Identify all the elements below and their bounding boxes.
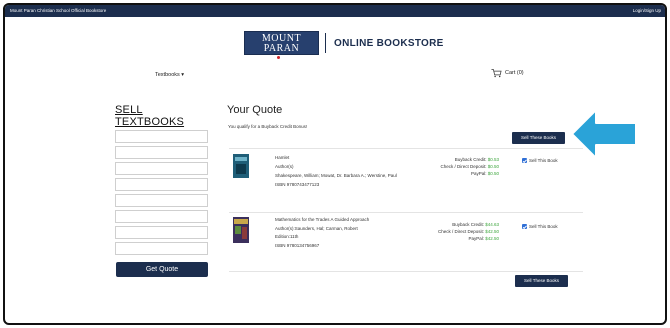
book-authors: Shakespeare, William; Mowat, Dr. Barbara… [275,173,397,178]
sell-this-book-checkbox-1[interactable]: Sell This Book [522,158,558,163]
row-divider [229,212,583,213]
store-name: ONLINE BOOKSTORE [334,37,444,49]
book-prices-hamlet: Buyback Credit: $0.53 Check / Direct Dep… [419,157,499,178]
school-logo-emblem: MOUNT PARAN CHRISTIAN SCHOOL [244,31,319,61]
paypal-label: PayPal: [470,171,487,176]
isbn-input-1[interactable] [115,130,208,143]
isbn-input-5[interactable] [115,194,208,207]
logo-mark-icon [277,56,280,59]
checkbox-checked-icon[interactable] [522,158,527,163]
book-cover-mathematics [233,217,249,243]
check-amount: $0.50 [487,164,499,169]
sell-these-books-button-bottom[interactable]: Sell These Books [515,275,568,287]
row-divider [229,271,583,272]
book-edition: Edition:11th [275,234,299,239]
logo-divider [325,33,326,53]
cart-icon [491,68,502,78]
sell-textbooks-title: SELL TEXTBOOKS [115,104,185,128]
check-label: Check / Direct Deposit: [437,229,484,234]
cart-link[interactable]: Cart (0) [491,68,524,78]
textbooks-dropdown[interactable]: Textbooks ▾ [155,72,184,78]
callout-arrow-icon [571,109,637,159]
isbn-input-3[interactable] [115,162,208,175]
isbn-input-7[interactable] [115,226,208,239]
checkbox-checked-icon[interactable] [522,224,527,229]
book-isbn: ISBN 9780743477123 [275,182,320,188]
buyback-amount: $44.63 [485,222,499,227]
buyback-label: Buyback Credit: [452,222,484,227]
logo-line-2: CHRISTIAN SCHOOL [247,54,316,61]
site-name-link[interactable]: Mount Paran Christian School Official Bo… [10,5,106,17]
check-label: Check / Direct Deposit: [440,164,487,169]
buyback-bonus-text: You qualify for a Buyback Credit Bonus! [228,124,308,129]
buyback-amount: $0.53 [487,157,499,162]
top-bar: Mount Paran Christian School Official Bo… [5,5,665,17]
login-signup-link[interactable]: Login/Sign Up [633,5,661,17]
book-title: Mathematics for the Trades A Guided Appr… [275,217,370,222]
book-cover-hamlet [233,154,249,178]
browser-frame: Mount Paran Christian School Official Bo… [3,3,667,325]
book-author-label: Author(s) [275,163,294,169]
book-info-mathematics: Mathematics for the Trades A Guided Appr… [275,217,370,252]
get-quote-button[interactable]: Get Quote [116,262,208,277]
sell-these-books-button-top[interactable]: Sell These Books [512,132,565,144]
sell-this-book-label: Sell This Book [529,224,558,229]
isbn-input-4[interactable] [115,178,208,191]
paypal-amount: $42.50 [485,236,499,241]
paypal-amount: $0.50 [487,171,499,176]
book-title: Hamlet [275,155,290,160]
isbn-input-6[interactable] [115,210,208,223]
check-amount: $42.50 [485,229,499,234]
quote-title: Your Quote [227,104,283,116]
row-divider [229,148,583,149]
logo-line-1: MOUNT PARAN [261,33,302,54]
book-prices-mathematics: Buyback Credit: $44.63 Check / Direct De… [419,222,499,243]
book-author-label: Author(s):Saunders, Hal; Carman, Robert [275,225,358,231]
book-isbn: ISBN 9780134756967 [275,242,320,248]
isbn-input-8[interactable] [115,242,208,255]
buyback-label: Buyback Credit: [454,157,487,162]
sell-this-book-label: Sell This Book [529,158,558,163]
cart-label: Cart (0) [505,70,524,76]
book-info-hamlet: Hamlet Author(s) Shakespeare, William; M… [275,155,403,192]
sell-this-book-checkbox-2[interactable]: Sell This Book [522,224,558,229]
sell-textbooks-panel: SELL TEXTBOOKS Enter up to 8 ISBNs below… [115,104,210,277]
isbn-input-2[interactable] [115,146,208,159]
paypal-label: PayPal: [468,236,484,241]
store-logo[interactable]: MOUNT PARAN CHRISTIAN SCHOOL ONLINE BOOK… [244,31,444,61]
